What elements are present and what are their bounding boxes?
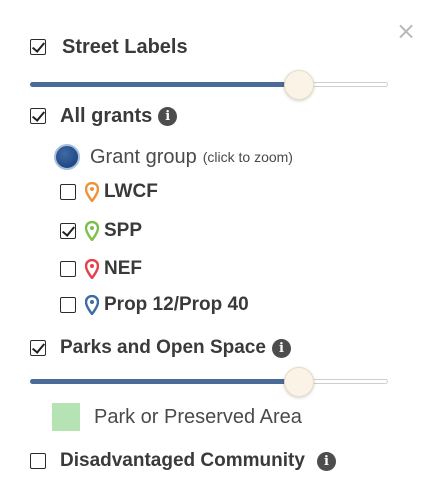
park-legend-label: Park or Preserved Area [94,405,302,428]
grant-item-spp[interactable]: SPP [60,216,142,246]
all-grants-label: All grants [60,104,153,127]
street-labels-row[interactable]: Street Labels [30,32,188,62]
info-icon[interactable]: i [158,106,178,126]
street-labels-label: Street Labels [62,35,188,58]
grant-group-cluster-icon [54,144,80,170]
map-pin-icon [85,221,99,241]
parks-opacity-slider[interactable] [30,367,388,397]
lwcf-label: LWCF [104,181,158,202]
disadvantaged-community-checkbox[interactable] [30,453,46,469]
map-pin-icon [85,182,99,202]
all-grants-row[interactable]: All grants i [30,101,178,131]
grant-item-nef[interactable]: NEF [60,254,142,284]
prop12-prop40-checkbox[interactable] [60,297,76,313]
disadvantaged-community-row[interactable]: Disadvantaged Community i [30,446,336,476]
slider-handle[interactable] [284,70,314,100]
street-labels-opacity-slider[interactable] [30,70,388,100]
parks-open-space-label: Parks and Open Space [60,337,266,358]
lwcf-checkbox[interactable] [60,184,76,200]
grant-item-prop12-prop40[interactable]: Prop 12/Prop 40 [60,290,249,320]
info-icon[interactable]: i [271,338,291,358]
grant-group-legend[interactable]: Grant group (click to zoom) [54,142,293,172]
parks-open-space-row[interactable]: Parks and Open Space i [30,333,291,363]
spp-label: SPP [104,220,143,241]
info-icon[interactable]: i [316,451,336,471]
zoom-hint: (click to zoom) [202,149,293,165]
park-legend: Park or Preserved Area [52,402,302,432]
map-pin-icon [85,259,99,279]
park-swatch [52,403,80,431]
slider-fill [30,82,299,87]
grant-item-lwcf[interactable]: LWCF [60,177,158,207]
nef-label: NEF [104,258,142,279]
spp-checkbox[interactable] [60,223,76,239]
nef-checkbox[interactable] [60,261,76,277]
parks-open-space-checkbox[interactable] [30,340,46,356]
disadvantaged-community-label: Disadvantaged Community [60,450,305,471]
close-button[interactable]: × [396,19,416,43]
layer-control-panel: × Street Labels All grants i Grant group… [0,0,429,486]
all-grants-checkbox[interactable] [30,108,46,124]
grant-group-label: Grant group [90,145,197,168]
slider-handle[interactable] [284,367,314,397]
prop12-prop40-label: Prop 12/Prop 40 [104,294,249,315]
slider-fill [30,379,299,384]
street-labels-checkbox[interactable] [30,39,46,55]
map-pin-icon [85,295,99,315]
